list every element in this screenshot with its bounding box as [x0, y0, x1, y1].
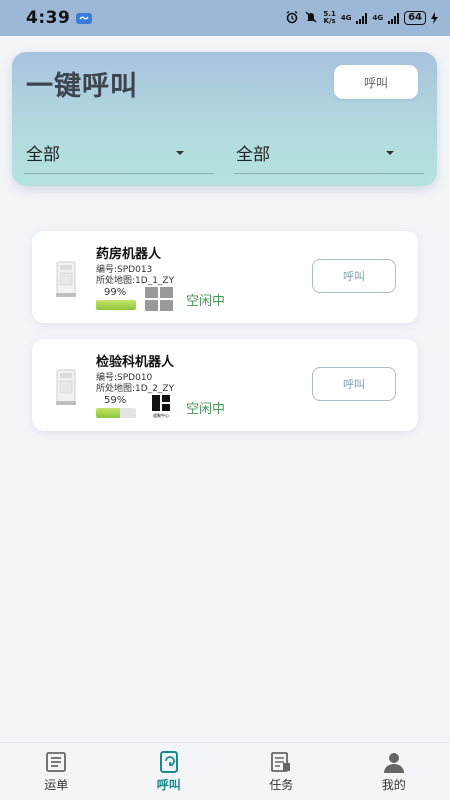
filter-left-value: 全部 — [26, 145, 60, 165]
signal-icon — [356, 12, 368, 24]
robot-icon — [54, 259, 78, 299]
battery-bar — [96, 408, 136, 418]
mute-icon — [304, 9, 318, 28]
net-speed-bottom: K/s — [323, 17, 336, 25]
nav-item-mine[interactable]: 我的 — [338, 743, 450, 800]
nav-label: 任务 — [269, 778, 294, 792]
battery-percent: 59% — [104, 395, 127, 406]
robot-name: 检验科机器人 — [96, 355, 175, 370]
nav-label: 我的 — [381, 778, 406, 792]
network-type-2: 4G — [372, 13, 384, 22]
filter-select-left[interactable]: 全部 — [24, 132, 214, 174]
call-robot-button[interactable]: 呼叫 — [312, 367, 396, 401]
alarm-icon — [285, 9, 299, 28]
status-right: 5.1 K/s 4G 4G 64 — [285, 9, 438, 28]
battery-indicator: 64 — [404, 11, 426, 25]
robot-icon — [54, 367, 78, 407]
task-icon — [269, 750, 293, 774]
signal-icon-2 — [388, 12, 400, 24]
status-bar: 4:39 5.1 K/s 4G 4G 64 — [0, 0, 450, 36]
battery-percent: 99% — [104, 287, 127, 298]
call-icon — [157, 750, 181, 774]
filter-right-value: 全部 — [236, 145, 270, 165]
nav-label: 呼叫 — [156, 778, 181, 792]
robot-status: 空闲中 — [186, 294, 226, 309]
charging-icon — [431, 9, 438, 28]
call-all-button[interactable]: 呼叫 — [334, 65, 418, 99]
robot-name: 药房机器人 — [96, 247, 162, 262]
robot-map: 所处地图:1D_1_ZY — [96, 276, 175, 286]
bottom-nav: 运单 呼叫 任务 我的 — [0, 742, 450, 800]
user-icon — [382, 750, 406, 774]
nav-item-waybill[interactable]: 运单 — [0, 743, 113, 800]
caret-down-icon — [176, 150, 184, 155]
robot-map: 所处地图:1D_2_ZY — [96, 384, 175, 394]
net-speed: 5.1 K/s — [323, 11, 335, 25]
app-notification-icon — [76, 12, 93, 24]
status-time: 4:39 — [26, 8, 71, 28]
battery-bar — [96, 300, 136, 310]
battery-fill — [96, 408, 120, 418]
tile-logo-icon: 遥聚中心 — [150, 394, 172, 422]
call-robot-button[interactable]: 呼叫 — [312, 259, 396, 293]
battery-fill — [96, 300, 136, 310]
caret-down-icon — [386, 150, 394, 155]
status-left: 4:39 — [26, 8, 93, 28]
svg-text:遥聚中心: 遥聚中心 — [153, 412, 169, 418]
header-card: 一键呼叫 呼叫 全部 全部 — [12, 52, 437, 186]
nav-item-task[interactable]: 任务 — [225, 743, 338, 800]
robot-card: 检验科机器人 编号:SPD010 所处地图:1D_2_ZY 59% 遥聚中心 空… — [32, 339, 418, 431]
grid-map-icon — [144, 286, 174, 316]
nav-label: 运单 — [44, 778, 69, 792]
robot-status: 空闲中 — [186, 402, 226, 417]
page-title: 一键呼叫 — [26, 71, 138, 102]
network-type-1: 4G — [340, 13, 352, 22]
document-list-icon — [44, 750, 68, 774]
filter-select-right[interactable]: 全部 — [234, 132, 424, 174]
nav-item-call[interactable]: 呼叫 — [113, 743, 226, 800]
robot-card: 药房机器人 编号:SPD013 所处地图:1D_1_ZY 99% 空闲中 呼叫 — [32, 231, 418, 323]
